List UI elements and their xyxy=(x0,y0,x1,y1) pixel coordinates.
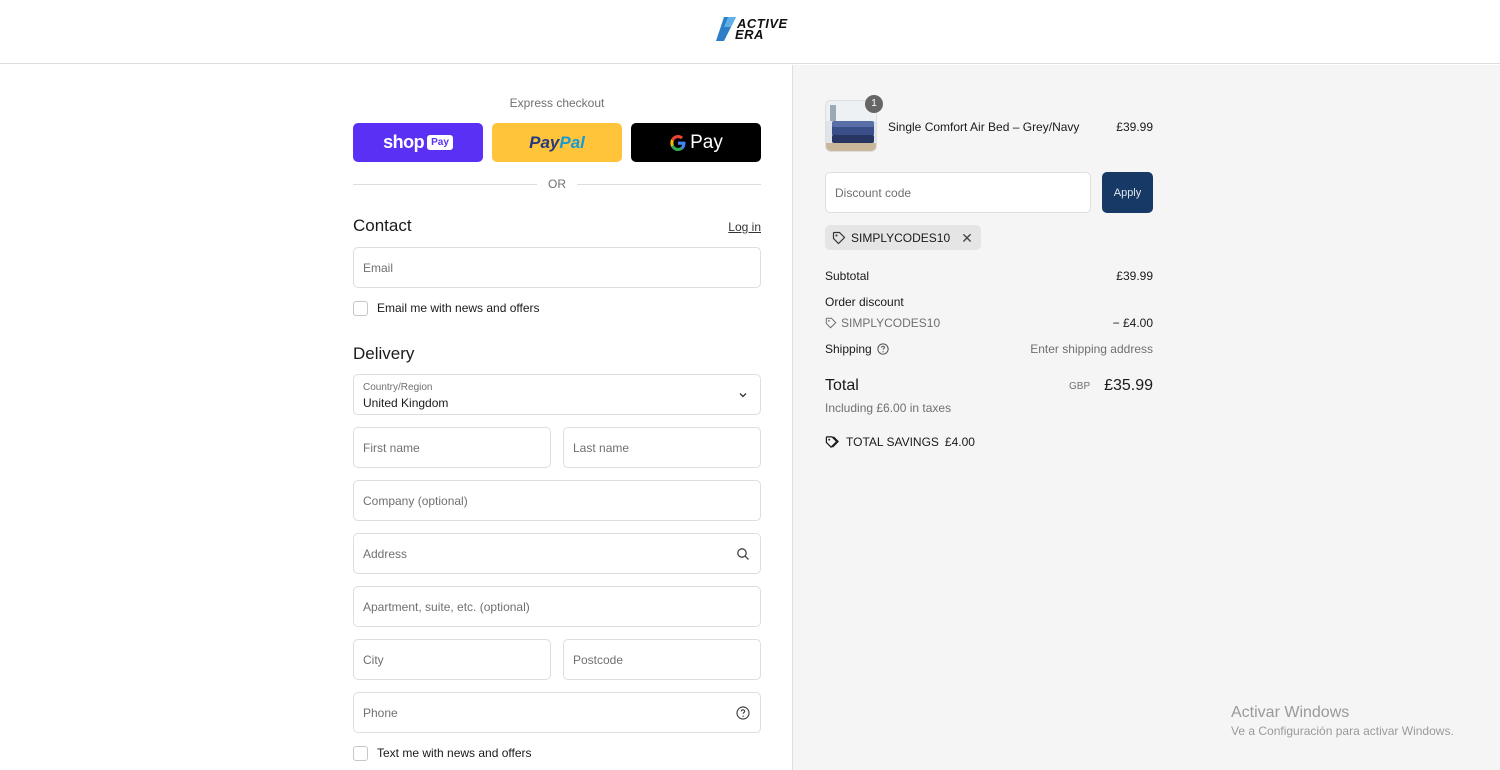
postcode-placeholder: Postcode xyxy=(573,653,624,667)
remove-code-icon[interactable]: ✕ xyxy=(961,231,973,245)
text-optin-checkbox[interactable] xyxy=(353,745,368,761)
order-discount-label: Order discount xyxy=(825,295,904,309)
email-field[interactable]: Email xyxy=(353,247,761,288)
paypal-logo: PayPal xyxy=(529,132,585,152)
brand-logo[interactable]: ACTIVE ERA xyxy=(716,17,790,43)
address-placeholder: Address xyxy=(363,547,408,561)
help-circle-icon[interactable] xyxy=(736,706,750,720)
or-divider: OR xyxy=(353,177,761,191)
product-name: Single Comfort Air Bed – Grey/Navy xyxy=(888,120,1080,134)
country-value: United Kingdom xyxy=(363,396,449,410)
chevron-down-icon xyxy=(739,393,747,398)
discount-value: − £4.00 xyxy=(1112,316,1153,330)
total-savings: TOTAL SAVINGS £4.00 xyxy=(825,435,975,449)
shop-pay-badge: Pay xyxy=(427,135,453,150)
shipping-row: Shipping Enter shipping address xyxy=(825,342,1153,356)
help-circle-icon[interactable] xyxy=(877,343,889,355)
taxes-note: Including £6.00 in taxes xyxy=(825,401,952,415)
paypal-button[interactable]: PayPal xyxy=(492,123,622,162)
country-label: Country/Region xyxy=(363,382,433,393)
discount-code-input[interactable]: Discount code xyxy=(825,172,1091,213)
company-placeholder: Company (optional) xyxy=(363,494,468,508)
apply-discount-button[interactable]: Apply xyxy=(1102,172,1153,213)
email-optin-label: Email me with news and offers xyxy=(377,301,540,315)
discount-code-row: SIMPLYCODES10 − £4.00 xyxy=(825,316,1153,332)
city-placeholder: City xyxy=(363,653,384,667)
first-name-placeholder: First name xyxy=(363,441,420,455)
email-placeholder: Email xyxy=(363,261,394,275)
tag-icon xyxy=(825,317,837,329)
postcode-field[interactable]: Postcode xyxy=(563,639,761,680)
applied-code-chip: SIMPLYCODES10 ✕ xyxy=(825,225,981,250)
google-pay-logo: Pay xyxy=(669,132,723,154)
email-optin-checkbox[interactable] xyxy=(353,300,368,316)
delivery-title: Delivery xyxy=(353,344,415,363)
total-value: £35.99 xyxy=(1104,377,1153,394)
google-g-icon xyxy=(670,134,686,151)
or-label: OR xyxy=(548,177,566,191)
apartment-placeholder: Apartment, suite, etc. (optional) xyxy=(363,600,530,614)
text-optin-label: Text me with news and offers xyxy=(377,746,532,760)
tag-icon xyxy=(832,231,846,244)
windows-activation-watermark: Activar Windows Ve a Configuración para … xyxy=(1231,704,1454,738)
first-name-field[interactable]: First name xyxy=(353,427,551,468)
shipping-value: Enter shipping address xyxy=(1030,342,1153,356)
company-field[interactable]: Company (optional) xyxy=(353,480,761,521)
contact-title: Contact xyxy=(353,216,412,235)
product-price: £39.99 xyxy=(1116,120,1153,134)
savings-tag-icon xyxy=(825,436,839,449)
subtotal-value: £39.99 xyxy=(1116,269,1153,283)
total-label: Total xyxy=(825,377,859,394)
discount-code-line: SIMPLYCODES10 xyxy=(825,316,940,330)
watermark-title: Activar Windows xyxy=(1231,704,1350,721)
header: ACTIVE ERA xyxy=(0,0,1500,64)
subtotal-label: Subtotal xyxy=(825,269,870,283)
savings-value: £4.00 xyxy=(944,435,975,449)
total-currency: GBP xyxy=(1069,381,1091,392)
quantity-badge: 1 xyxy=(865,95,883,113)
shop-pay-button[interactable]: shop Pay xyxy=(353,123,483,162)
apartment-field[interactable]: Apartment, suite, etc. (optional) xyxy=(353,586,761,627)
order-summary: 1 Single Comfort Air Bed – Grey/Navy £39… xyxy=(792,65,1500,770)
search-icon xyxy=(737,548,749,560)
google-pay-button[interactable]: Pay xyxy=(631,123,761,162)
city-field[interactable]: City xyxy=(353,639,551,680)
shipping-label: Shipping xyxy=(825,342,872,356)
text-optin-row: Text me with news and offers xyxy=(353,745,532,761)
subtotal-row: Subtotal £39.99 xyxy=(825,269,1153,283)
order-discount-row: Order discount xyxy=(825,295,1153,309)
discount-placeholder: Discount code xyxy=(835,186,912,200)
watermark-subtitle: Ve a Configuración para activar Windows. xyxy=(1231,724,1454,738)
last-name-field[interactable]: Last name xyxy=(563,427,761,468)
country-select[interactable]: Country/Region United Kingdom xyxy=(353,374,761,415)
login-link[interactable]: Log in xyxy=(700,220,761,234)
last-name-placeholder: Last name xyxy=(573,441,630,455)
savings-label: TOTAL SAVINGS xyxy=(846,435,939,449)
shop-pay-label: shop xyxy=(383,132,425,152)
email-optin-row: Email me with news and offers xyxy=(353,300,540,316)
address-field[interactable]: Address xyxy=(353,533,761,574)
phone-field[interactable]: Phone xyxy=(353,692,761,733)
express-checkout-title: Express checkout xyxy=(509,96,605,110)
phone-placeholder: Phone xyxy=(363,706,398,720)
logo-text-era: ERA xyxy=(735,27,764,42)
shipping-label-group: Shipping xyxy=(825,342,889,356)
applied-code-label: SIMPLYCODES10 xyxy=(851,230,951,245)
checkout-form: Express checkout shop Pay PayPal Pay OR … xyxy=(0,65,792,770)
